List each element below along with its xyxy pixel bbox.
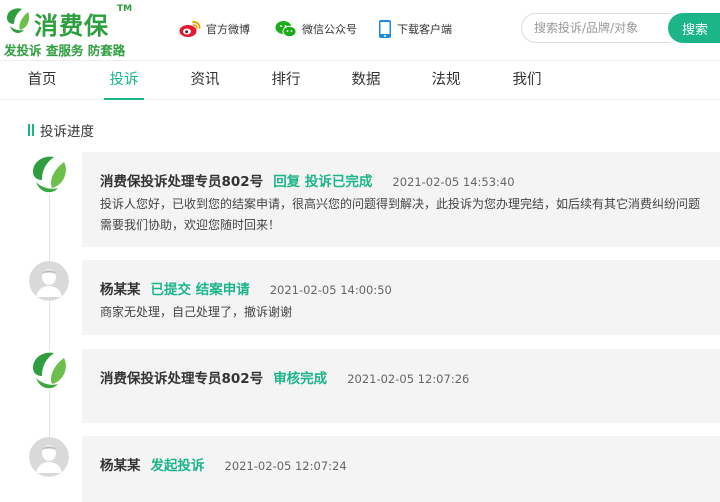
app-download-link[interactable]: 下载客户端 — [378, 17, 452, 41]
progress-entry-card: 杨某某 发起投诉 2021-02-05 12:07:24 — [82, 436, 720, 502]
progress-entry-card: 消费保投诉处理专员802号 回复 投诉已完成 2021-02-05 14:53:… — [82, 152, 720, 247]
logo-trademark: TM — [117, 4, 133, 14]
weibo-label: 官方微博 — [206, 23, 250, 36]
entry-author: 杨某某 — [100, 282, 141, 298]
entry-status: 回复 投诉已完成 — [273, 174, 373, 190]
entry-time: 2021-02-05 14:53:40 — [392, 175, 515, 189]
site-header: 消费保 TM 发投诉 查服务 防套路 官方微博 微信公众号 下载客户端 搜索投诉… — [0, 0, 720, 60]
entry-author: 杨某某 — [100, 458, 141, 474]
app-download-label: 下载客户端 — [397, 23, 452, 36]
timeline-line — [49, 175, 50, 475]
nav-item-data[interactable]: 数据 — [350, 61, 382, 100]
nav-item-complaint[interactable]: 投诉 — [104, 61, 144, 100]
entry-author: 消费保投诉处理专员802号 — [100, 174, 264, 190]
entry-status: 已提交 结案申请 — [150, 282, 250, 298]
wechat-link[interactable]: 微信公众号 — [275, 17, 357, 41]
site-logo[interactable]: 消费保 TM 发投诉 查服务 防套路 — [4, 4, 134, 58]
agent-avatar — [29, 154, 69, 194]
title-bar-decoration — [28, 124, 30, 136]
wechat-label: 微信公众号 — [302, 23, 357, 36]
title-bar-decoration — [32, 124, 34, 136]
entry-status: 审核完成 — [273, 371, 328, 387]
entry-message: 投诉人您好，已收到您的结案申请，很高兴您的问题得到解决，此投诉为您办理完结，如后… — [100, 197, 701, 232]
progress-entry-card: 消费保投诉处理专员802号 审核完成 2021-02-05 12:07:26 — [82, 349, 720, 423]
entry-time: 2021-02-05 12:07:24 — [224, 459, 347, 473]
logo-slogan: 发投诉 查服务 防套路 — [4, 43, 126, 58]
nav-item-regulations[interactable]: 法规 — [430, 61, 462, 100]
nav-item-home[interactable]: 首页 — [26, 61, 58, 100]
logo-leaf-icon — [7, 8, 30, 33]
nav-item-ranking[interactable]: 排行 — [270, 61, 302, 100]
default-user-icon — [29, 437, 69, 477]
nav-item-about[interactable]: 我们 — [511, 61, 543, 100]
entry-header: 消费保投诉处理专员802号 审核完成 2021-02-05 12:07:26 — [100, 367, 469, 387]
logo-title: 消费保 — [34, 12, 109, 40]
entry-author: 消费保投诉处理专员802号 — [100, 371, 264, 387]
section-title-text: 投诉进度 — [40, 124, 94, 140]
weibo-link[interactable]: 官方微博 — [179, 17, 250, 41]
phone-icon — [379, 20, 391, 38]
user-avatar — [29, 261, 69, 301]
entry-time: 2021-02-05 12:07:26 — [347, 372, 470, 386]
entry-header: 消费保投诉处理专员802号 回复 投诉已完成 2021-02-05 14:53:… — [100, 170, 515, 190]
entry-header: 杨某某 已提交 结案申请 2021-02-05 14:00:50 — [100, 278, 392, 298]
default-user-icon — [29, 261, 69, 301]
section-title: 投诉进度 — [28, 121, 94, 140]
entry-message: 商家无处理，自己处理了，撤诉谢谢 — [100, 305, 293, 319]
weibo-icon — [179, 21, 201, 37]
search-input[interactable] — [521, 13, 671, 43]
search-button[interactable]: 搜索 — [668, 13, 720, 43]
entry-status: 发起投诉 — [150, 458, 205, 474]
main-nav: 首页 投诉 资讯 排行 数据 法规 我们 — [0, 60, 720, 100]
wechat-icon — [275, 21, 297, 38]
entry-time: 2021-02-05 14:00:50 — [269, 283, 392, 297]
agent-avatar — [29, 350, 69, 390]
progress-entry-card: 杨某某 已提交 结案申请 2021-02-05 14:00:50 商家无处理，自… — [82, 260, 720, 335]
user-avatar — [29, 437, 69, 477]
entry-header: 杨某某 发起投诉 2021-02-05 12:07:24 — [100, 454, 347, 474]
nav-item-news[interactable]: 资讯 — [189, 61, 221, 100]
xiaofeibao-logo-icon — [29, 154, 69, 194]
xiaofeibao-logo-icon — [29, 350, 69, 390]
